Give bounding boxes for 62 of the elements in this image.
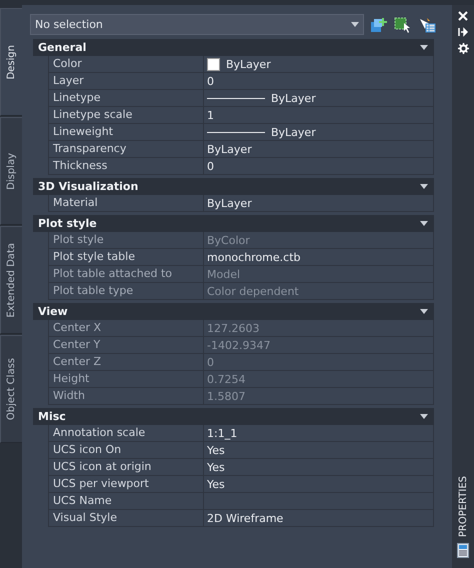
property-label: UCS Name (49, 493, 204, 509)
property-label: UCS icon at origin (49, 459, 204, 475)
collapse-arrow-icon (420, 309, 428, 314)
section-header[interactable]: 3D Visualization (33, 178, 434, 195)
property-value[interactable]: ByLayer (271, 92, 316, 104)
property-value[interactable]: Yes (207, 444, 225, 456)
property-label: Annotation scale (49, 425, 204, 441)
side-tab[interactable]: Extended Data (0, 226, 22, 334)
collapse-arrow-icon (420, 221, 428, 226)
property-value[interactable]: 0 (207, 160, 214, 172)
selection-dropdown[interactable]: No selection (30, 14, 364, 35)
property-label: Plot style (49, 232, 204, 248)
select-objects-icon[interactable] (418, 16, 436, 32)
pin-icon[interactable] (458, 27, 468, 37)
collapse-arrow-icon (420, 45, 428, 50)
property-label: Layer (49, 73, 204, 89)
property-label: Plot style table (49, 249, 204, 265)
section-header[interactable]: Plot style (33, 215, 434, 232)
dropdown-arrow-icon (351, 22, 359, 27)
property-value[interactable]: ByLayer (207, 142, 252, 156)
property-value[interactable]: 0 (207, 74, 214, 88)
property-label: Transparency (49, 141, 204, 157)
properties-icon[interactable] (457, 543, 469, 558)
property-label: Center X (49, 320, 204, 336)
property-label: Center Z (49, 354, 204, 370)
property-value[interactable]: Yes (207, 460, 225, 474)
property-value[interactable]: ByLayer (271, 126, 316, 138)
property-label: UCS icon On (49, 442, 204, 458)
side-tab[interactable]: Object Class (0, 335, 22, 443)
collapse-arrow-icon (420, 184, 428, 189)
property-value[interactable]: monochrome.ctb (207, 250, 300, 264)
property-label: Lineweight (49, 124, 204, 140)
close-icon[interactable] (458, 11, 468, 21)
property-value[interactable]: ByLayer (226, 58, 271, 70)
palette-title: PROPERTIES (458, 476, 468, 537)
property-label: Thickness (49, 158, 204, 174)
color-swatch (207, 58, 220, 70)
property-label: UCS per viewport (49, 476, 204, 492)
property-value[interactable]: Yes (207, 478, 225, 490)
property-value[interactable]: 1:1_1 (207, 426, 238, 440)
property-value[interactable]: 1 (207, 108, 214, 122)
property-label: Plot table attached to (49, 266, 204, 282)
property-value[interactable]: ByLayer (207, 196, 252, 210)
section-header[interactable]: General (33, 39, 434, 56)
property-value[interactable]: 2D Wireframe (207, 512, 284, 524)
settings-icon[interactable] (458, 43, 468, 54)
add-to-selection-icon[interactable] (370, 16, 388, 32)
property-label: Width (49, 388, 204, 404)
collapse-arrow-icon (420, 414, 428, 419)
property-label: Height (49, 371, 204, 387)
side-tab[interactable]: Design (0, 8, 22, 116)
property-label: Linetype scale (49, 107, 204, 123)
section-header[interactable]: Misc (33, 408, 434, 425)
property-label: Material (49, 195, 204, 211)
property-label: Plot table type (49, 283, 204, 299)
property-label: Center Y (49, 337, 204, 353)
property-label: Linetype (49, 90, 204, 106)
side-tab[interactable]: Display (0, 117, 22, 225)
quick-select-icon[interactable] (394, 16, 412, 32)
property-label: Visual Style (49, 510, 204, 526)
section-header[interactable]: View (33, 303, 434, 320)
property-label: Color (49, 56, 204, 72)
